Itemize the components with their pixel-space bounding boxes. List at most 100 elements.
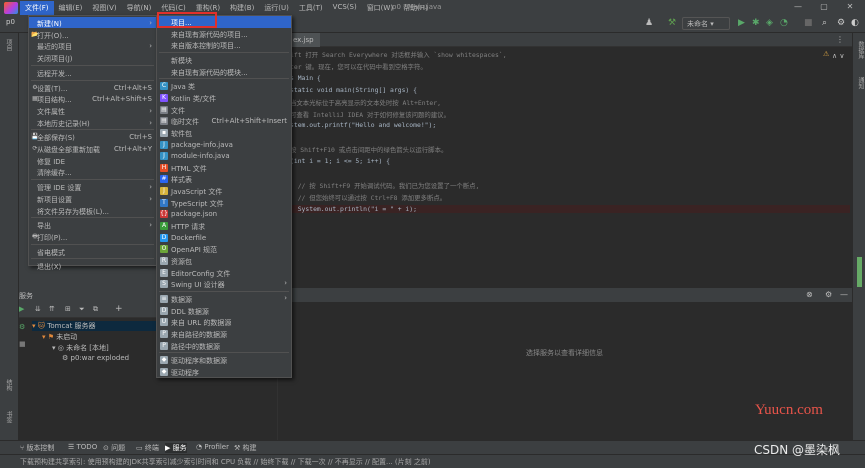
menu-2[interactable]: 视图(V) (87, 1, 121, 15)
new-submenu-item[interactable]: K Kotlin 类/文件 (157, 92, 291, 104)
new-submenu-item[interactable]: ◆ 驱动程序和数据源 (157, 354, 291, 366)
services-options-icon[interactable]: ⊗ (806, 290, 813, 299)
notifications-tool-button[interactable]: 通知 (856, 77, 865, 89)
new-submenu-item[interactable]: P 来自路径的数据源 (157, 328, 291, 340)
collapse-all-icon[interactable]: ⇈ (49, 305, 55, 313)
file-menu-item[interactable]: ▦ 项目结构... Ctrl+Alt+Shift+S (29, 93, 156, 104)
coverage-icon[interactable]: ◈ (766, 18, 773, 28)
menu-8[interactable]: 工具(T) (294, 1, 328, 15)
bottom-tab-1[interactable]: ☰ TODO (68, 443, 97, 451)
new-submenu-item[interactable]: U 来自 URL 的数据源 (157, 316, 291, 328)
project-tool-button[interactable]: 项目 (4, 39, 13, 51)
database-tool-button[interactable]: 数据库 (856, 41, 865, 59)
filter-icon[interactable]: ⏷ (79, 305, 85, 314)
status-message[interactable]: 下载预构建共享索引: 使用预构建的JDK共享索引减少索引时间和 CPU 负载 /… (20, 457, 431, 467)
warning-icon[interactable]: ⚠ (823, 50, 829, 58)
new-submenu-item[interactable]: # 样式表 (157, 173, 291, 185)
menu-0[interactable]: 文件(F) (20, 0, 54, 15)
new-submenu-item[interactable]: D Dockerfile (157, 232, 291, 244)
services-run-side-icon[interactable]: ⚙ (19, 323, 25, 331)
new-submenu-item[interactable]: R 资源包 (157, 255, 291, 267)
add-service-icon[interactable]: + (115, 304, 123, 314)
menu-1[interactable]: 编辑(E) (54, 1, 88, 15)
new-submenu-item[interactable]: Jmodule-info.java (157, 150, 291, 162)
file-menu-item[interactable]: 修复 IDE (29, 155, 156, 166)
new-submenu-item[interactable]: J JavaScript 文件 (157, 185, 291, 197)
intellij-logo-icon[interactable] (4, 1, 18, 14)
bottom-tab-3[interactable]: ▭ 终端 (136, 443, 159, 453)
file-menu-item[interactable]: 新项目设置 › (29, 193, 156, 204)
bottom-tab-5[interactable]: ◔ Profiler (196, 443, 229, 451)
new-submenu-item[interactable]: ▪ 软件包 (157, 127, 291, 139)
profile-icon[interactable]: ◔ (780, 18, 788, 28)
bottom-tab-2[interactable]: ⊙ 问题 (103, 443, 125, 453)
file-menu-item[interactable]: 🖶 打印(P)... (29, 231, 156, 242)
bottom-tab-6[interactable]: ⚒ 构建 (234, 443, 257, 453)
file-menu-item[interactable]: 本地历史记录(H) › (29, 117, 156, 128)
services-stop-side-icon[interactable]: ■ (19, 340, 26, 348)
minimize-button[interactable]: — (786, 2, 810, 11)
new-submenu-item[interactable]: T TypeScript 文件 (157, 197, 291, 209)
new-submenu-item[interactable]: 新模块 (157, 54, 291, 66)
settings-gear-icon[interactable]: ⚙ (837, 18, 845, 28)
close-window-button[interactable]: ✕ (838, 2, 862, 11)
services-run-icon[interactable]: ▶ (19, 305, 24, 313)
file-menu-item[interactable]: 将文件另存为模板(L)... (29, 205, 156, 216)
service-tree-item[interactable]: ▾ ◎ 未命名 [本地] (52, 343, 109, 353)
new-submenu-item[interactable]: O OpenAPI 规范 (157, 243, 291, 255)
maximize-button[interactable]: ▢ (812, 2, 836, 11)
file-menu-item[interactable]: 📂 打开(O)... (29, 29, 156, 40)
search-icon[interactable]: ⌕ (822, 18, 827, 28)
new-submenu-item[interactable]: 来自现有源代码的项目... (157, 28, 291, 40)
file-menu-item[interactable]: 退出(X) (29, 260, 156, 271)
services-hide-icon[interactable]: — (840, 290, 848, 299)
file-menu-item[interactable]: 💾 全部保存(S) Ctrl+S (29, 131, 156, 142)
file-menu-item[interactable]: 清除缓存... (29, 166, 156, 177)
new-submenu-item[interactable]: {} package.json (157, 208, 291, 220)
group-by-icon[interactable]: ⊞ (65, 305, 71, 313)
new-submenu-item[interactable]: C Java 类 (157, 80, 291, 92)
bookmarks-tool-button[interactable]: 书签 (4, 411, 13, 423)
file-menu-item[interactable]: ⚙ 设置(T)... Ctrl+Alt+S (29, 82, 156, 93)
build-hammer-icon[interactable]: ⚒ (668, 18, 676, 28)
stop-icon[interactable]: ■ (804, 18, 813, 28)
structure-tool-button[interactable]: 结构 (4, 379, 13, 391)
new-submenu-item[interactable]: P 路径中的数据源 (157, 340, 291, 352)
new-submenu-item[interactable]: E EditorConfig 文件 (157, 267, 291, 279)
file-menu-item[interactable]: 管理 IDE 设置 › (29, 181, 156, 192)
menu-9[interactable]: VCS(S) (328, 1, 362, 15)
new-submenu-item[interactable]: 来自版本控制的项目... (157, 39, 291, 51)
expand-all-icon[interactable]: ⇊ (35, 305, 41, 313)
service-tree-item[interactable]: ▾ 🐱 Tomcat 服务器 (32, 321, 156, 331)
file-menu-item[interactable]: 关闭项目(J) (29, 52, 156, 63)
scrollbar-thumb[interactable] (857, 257, 862, 287)
project-name[interactable]: p0 (6, 18, 15, 26)
new-submenu-item[interactable]: Jpackage-info.java (157, 139, 291, 151)
new-submenu-item[interactable]: ◆ 驱动程序 (157, 366, 291, 378)
file-menu-item[interactable]: 省电模式 (29, 246, 156, 257)
new-submenu-item[interactable]: A HTTP 请求 (157, 220, 291, 232)
menu-3[interactable]: 导航(N) (122, 1, 157, 15)
debug-icon[interactable]: ✱ (752, 18, 760, 28)
bottom-tab-0[interactable]: ⑂ 版本控制 (20, 443, 54, 453)
service-tree-item[interactable]: ⚙ p0:war exploded (62, 354, 129, 362)
new-submenu-item[interactable]: ▤ 文件 (157, 104, 291, 116)
file-menu-item[interactable]: ⟳ 从磁盘全部重新加载 Ctrl+Alt+Y (29, 143, 156, 154)
new-submenu-item[interactable]: ≡ 数据源 › (157, 293, 291, 305)
menu-7[interactable]: 运行(U) (259, 1, 294, 15)
bottom-tab-4[interactable]: ▶ 服务 (165, 443, 187, 453)
run-configuration-select[interactable]: 未命名 ▾ (682, 17, 730, 30)
file-menu-item[interactable]: 文件属性 › (29, 105, 156, 116)
new-submenu-item[interactable]: D DDL 数据源 (157, 305, 291, 317)
file-menu-item[interactable]: 导出 › (29, 219, 156, 230)
file-menu-item[interactable]: 远程开发... (29, 67, 156, 78)
inspection-arrows-icon[interactable]: ∧ ∨ (832, 52, 844, 60)
tab-list-icon[interactable]: ⋮ (836, 35, 844, 44)
file-menu-item[interactable]: 新建(N) › (29, 17, 156, 28)
service-tree-item[interactable]: ▾ ⚑ 未启动 (42, 332, 77, 342)
new-submenu-item[interactable]: H HTML 文件 (157, 162, 291, 174)
new-submenu-item[interactable]: S Swing UI 设计器 › (157, 278, 291, 290)
run-icon[interactable]: ▶ (738, 18, 745, 28)
open-in-new-tab-icon[interactable]: ⧉ (93, 305, 98, 314)
services-gear-icon[interactable]: ⚙ (825, 290, 832, 299)
